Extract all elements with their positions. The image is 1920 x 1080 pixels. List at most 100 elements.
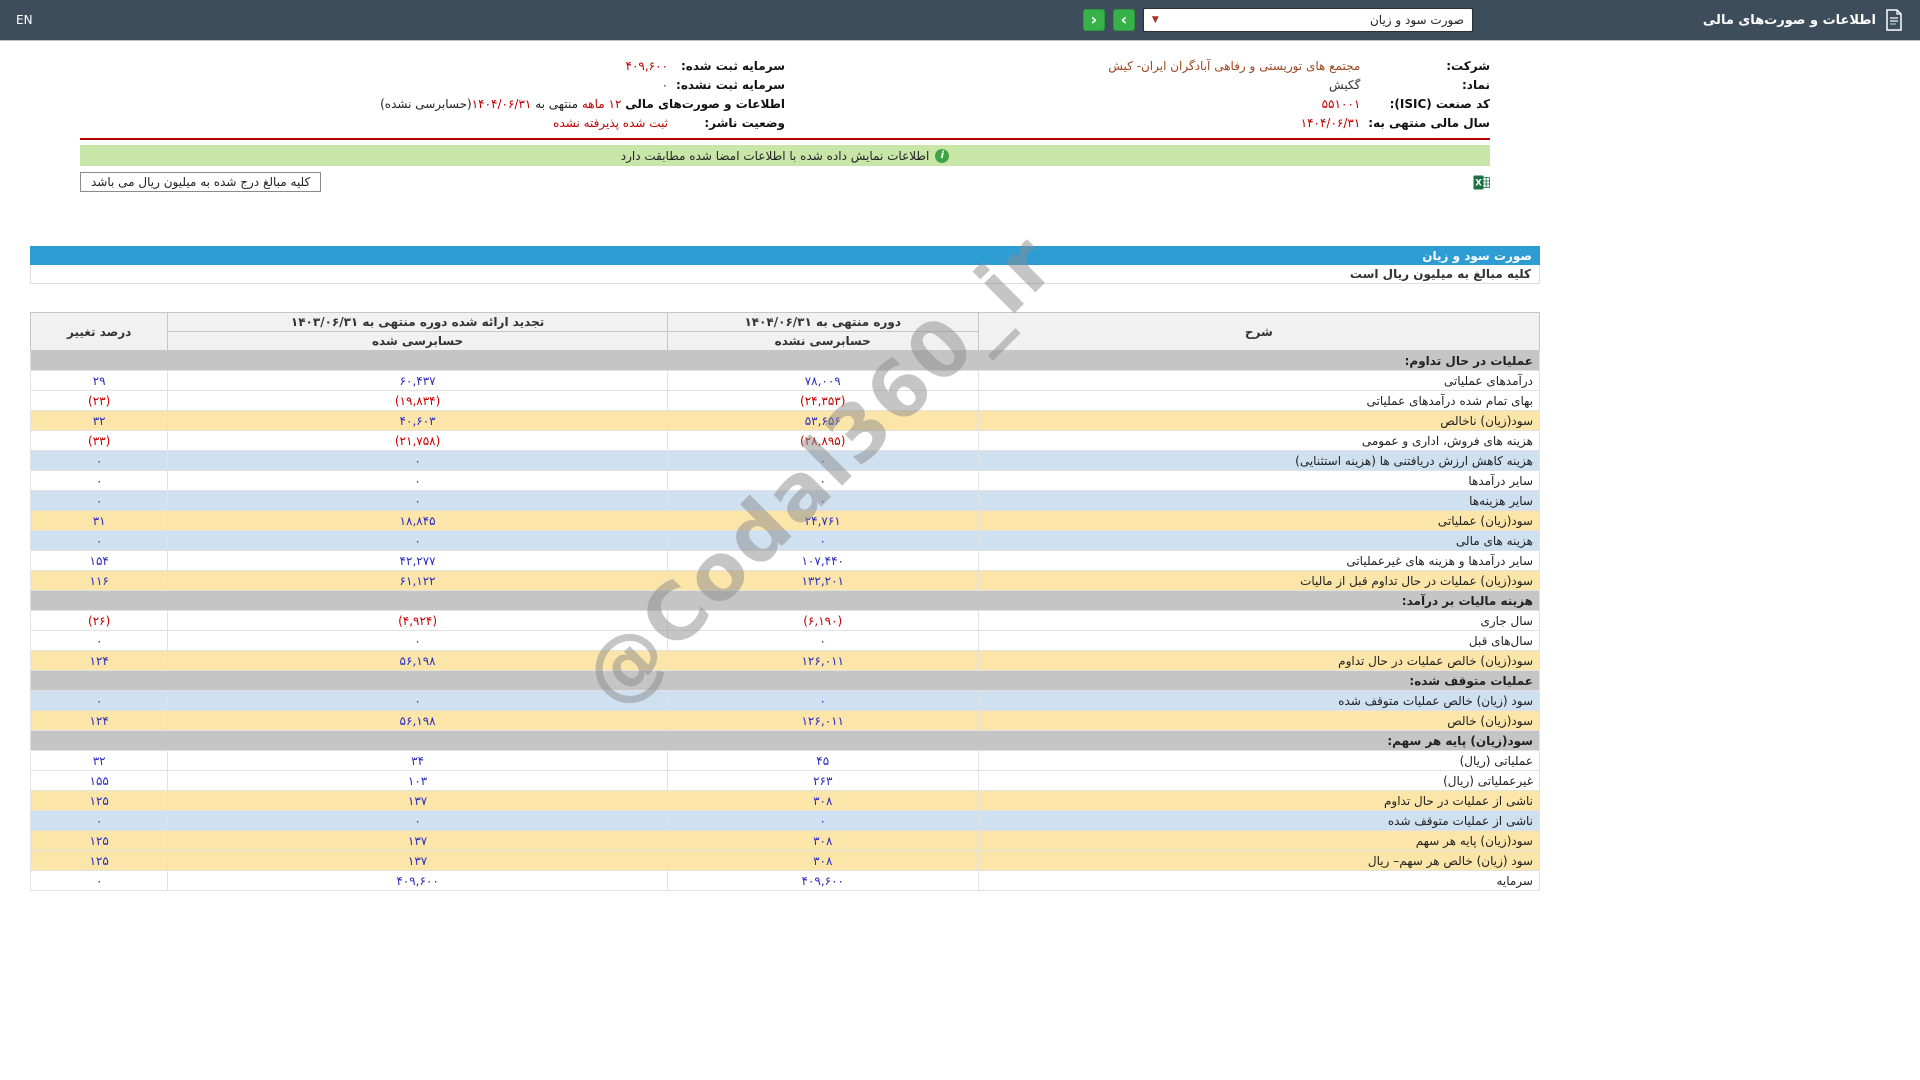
column-subheader-unaudited: حسابرسی نشده	[667, 332, 978, 351]
row-value-change: ۱۲۴	[31, 711, 168, 731]
row-value-current: ۰	[667, 531, 978, 551]
table-row: سایر هزینه‌ها۰۰۰	[31, 491, 1540, 511]
row-label: هزینه های مالی	[978, 531, 1539, 551]
row-value-current: ۴۰۹,۶۰۰	[667, 871, 978, 891]
row-value-current: ۲۶۳	[667, 771, 978, 791]
row-value-change: ۳۲	[31, 411, 168, 431]
row-value-current: ۱۲۶,۰۱۱	[667, 711, 978, 731]
row-value-current: ۰	[667, 451, 978, 471]
capital-status-table: سرمایه ثبت شده: ۴۰۹,۶۰۰ سرمایه ثبت نشده:…	[80, 56, 785, 132]
prev-period-button[interactable]: ‹	[1083, 9, 1105, 31]
column-header-description: شرح	[978, 313, 1539, 351]
column-header-change-percent: درصد تغییر	[31, 313, 168, 351]
table-row: سود (زیان) خالص هر سهم– ریال۳۰۸۱۳۷۱۲۵	[31, 851, 1540, 871]
company-name-value: مجتمع های توریستی و رفاهی آبادگران ایران…	[785, 56, 1360, 75]
isic-value: ۵۵۱۰۰۱	[785, 94, 1360, 113]
row-value-change: ۳۱	[31, 511, 168, 531]
row-value-current: ۱۲۶,۰۱۱	[667, 651, 978, 671]
company-name-label: شرکت:	[1360, 56, 1490, 75]
period-suffix: (حسابرسی نشده)	[380, 97, 472, 111]
section-row: سود(زیان) پایه هر سهم:	[31, 731, 1540, 751]
statement-unit-note: کلیه مبالغ به میلیون ریال است	[30, 265, 1540, 284]
column-header-current-period: دوره منتهی به ۱۴۰۴/۰۶/۳۱	[667, 313, 978, 332]
row-value-current: ۰	[667, 491, 978, 511]
excel-export-icon[interactable]: X	[1473, 174, 1490, 191]
table-row: سود(زیان) خالص۱۲۶,۰۱۱۵۶,۱۹۸۱۲۴	[31, 711, 1540, 731]
row-value-change: ۱۲۵	[31, 791, 168, 811]
row-value-change: ۱۲۵	[31, 851, 168, 871]
row-value-prior: ۱۸,۸۴۵	[168, 511, 667, 531]
row-value-prior: (۱۹,۸۳۴)	[168, 391, 667, 411]
row-label: سود(زیان) پایه هر سهم	[978, 831, 1539, 851]
row-value-current: ۰	[667, 471, 978, 491]
row-value-change: ۲۹	[31, 371, 168, 391]
period-label: اطلاعات و صورت‌های مالی	[625, 97, 785, 111]
row-label: سود(زیان) خالص عملیات در حال تداوم	[978, 651, 1539, 671]
row-value-prior: ۱۳۷	[168, 791, 667, 811]
language-toggle[interactable]: EN	[16, 13, 33, 27]
row-value-change: (۲۳)	[31, 391, 168, 411]
row-label: سال‌های قبل	[978, 631, 1539, 651]
period-info-line: اطلاعات و صورت‌های مالی ۱۲ ماهه منتهی به…	[80, 94, 785, 113]
top-navigation-bar: اطلاعات و صورت‌های مالی صورت سود و زیان …	[0, 0, 1920, 40]
income-statement-table: شرح دوره منتهی به ۱۴۰۴/۰۶/۳۱ تجدید ارائه…	[30, 312, 1540, 891]
row-value-change: ۳۲	[31, 751, 168, 771]
row-value-current: ۱۰۷,۴۴۰	[667, 551, 978, 571]
row-value-change: ۰	[31, 811, 168, 831]
row-label: سود(زیان) عملیاتی	[978, 511, 1539, 531]
table-row: سال جاری(۶,۱۹۰)(۴,۹۲۴)(۲۶)	[31, 611, 1540, 631]
note-row: X کلیه مبالغ درج شده به میلیون ریال می ب…	[80, 172, 1490, 192]
row-value-current: ۰	[667, 811, 978, 831]
table-row: سال‌های قبل۰۰۰	[31, 631, 1540, 651]
row-value-change: (۳۳)	[31, 431, 168, 451]
row-value-prior: ۶۱,۱۲۲	[168, 571, 667, 591]
amounts-unit-note: کلیه مبالغ درج شده به میلیون ریال می باش…	[80, 172, 321, 192]
table-row: بهای تمام شده درآمدهای عملیاتی(۲۴,۳۵۳)(۱…	[31, 391, 1540, 411]
signed-data-notice: i اطلاعات نمایش داده شده با اطلاعات امضا…	[80, 145, 1490, 166]
table-row: ناشی از عملیات در حال تداوم۳۰۸۱۳۷۱۲۵	[31, 791, 1540, 811]
row-label: ناشی از عملیات در حال تداوم	[978, 791, 1539, 811]
section-row: هزینه مالیات بر درآمد:	[31, 591, 1540, 611]
row-value-current: (۲۸,۸۹۵)	[667, 431, 978, 451]
row-value-prior: (۴,۹۲۴)	[168, 611, 667, 631]
row-value-prior: ۳۴	[168, 751, 667, 771]
row-value-prior: ۱۳۷	[168, 831, 667, 851]
column-header-prior-period: تجدید ارائه شده دوره منتهی به ۱۴۰۳/۰۶/۳۱	[168, 313, 667, 332]
row-value-prior: ۰	[168, 691, 667, 711]
table-row: هزینه های مالی۰۰۰	[31, 531, 1540, 551]
statement-table-body: عملیات در حال تداوم:درآمدهای عملیاتی۷۸,۰…	[31, 351, 1540, 891]
period-months: ۱۲ ماهه	[582, 97, 622, 111]
row-value-change: ۱۵۴	[31, 551, 168, 571]
fiscal-year-value: ۱۴۰۴/۰۶/۳۱	[785, 113, 1360, 132]
row-label: سود(زیان) ناخالص	[978, 411, 1539, 431]
section-label: سود(زیان) پایه هر سهم:	[31, 731, 1540, 751]
row-label: سایر درآمدها	[978, 471, 1539, 491]
row-value-change: ۰	[31, 531, 168, 551]
row-value-change: ۱۲۵	[31, 831, 168, 851]
table-row: هزینه های فروش، اداری و عمومی(۲۸,۸۹۵)(۲۱…	[31, 431, 1540, 451]
report-type-select[interactable]: صورت سود و زیان ▼	[1143, 8, 1473, 32]
row-value-change: ۱۵۵	[31, 771, 168, 791]
row-value-current: ۰	[667, 631, 978, 651]
next-period-button[interactable]: ›	[1113, 9, 1135, 31]
row-value-change: ۰	[31, 631, 168, 651]
row-value-prior: ۰	[168, 451, 667, 471]
row-value-prior: ۰	[168, 811, 667, 831]
column-subheader-audited: حسابرسی شده	[168, 332, 667, 351]
report-document-icon[interactable]	[1884, 8, 1904, 32]
row-label: سرمایه	[978, 871, 1539, 891]
section-row: عملیات در حال تداوم:	[31, 351, 1540, 371]
row-value-current: ۱۳۲,۲۰۱	[667, 571, 978, 591]
unregistered-capital-label: سرمایه ثبت نشده:	[668, 75, 785, 94]
row-value-change: ۰	[31, 451, 168, 471]
unregistered-capital-value: ۰	[80, 75, 668, 94]
row-value-prior: ۱۰۳	[168, 771, 667, 791]
company-info-section: شرکت: مجتمع های توریستی و رفاهی آبادگران…	[80, 56, 1490, 132]
row-value-current: (۲۴,۳۵۳)	[667, 391, 978, 411]
row-value-prior: ۴۰۹,۶۰۰	[168, 871, 667, 891]
row-value-change: ۱۱۶	[31, 571, 168, 591]
row-value-change: ۰	[31, 491, 168, 511]
symbol-value: گکیش	[785, 75, 1360, 94]
section-label: هزینه مالیات بر درآمد:	[31, 591, 1540, 611]
table-row: غیرعملیاتی (ریال)۲۶۳۱۰۳۱۵۵	[31, 771, 1540, 791]
